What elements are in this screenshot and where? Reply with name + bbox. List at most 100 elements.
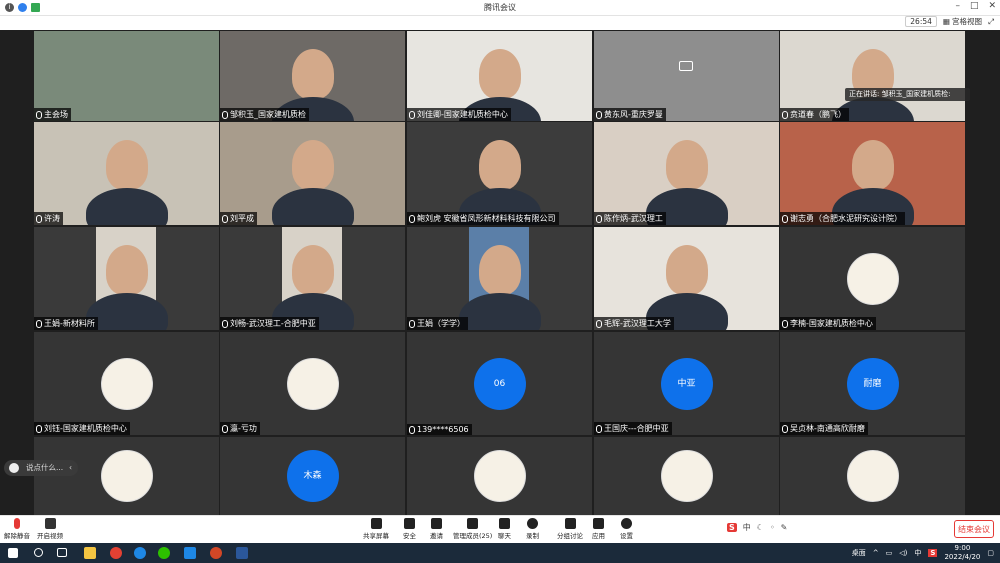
participant-face: [666, 245, 708, 295]
participant-tile[interactable]: 黄东风-重庆罗曼: [594, 31, 779, 121]
file-explorer-icon[interactable]: [84, 547, 96, 559]
participant-name: 瀛-亏功: [220, 422, 260, 435]
windows-start-icon[interactable]: [8, 548, 18, 558]
mic-icon: [222, 319, 228, 328]
participant-tile[interactable]: 瀛-亏功: [220, 332, 405, 435]
participant-tile[interactable]: 陈作炳-武汉理工: [594, 122, 779, 225]
tencent-meeting-icon[interactable]: [184, 547, 196, 559]
participant-tile[interactable]: [407, 437, 592, 515]
view-switch-button[interactable]: ▦ 宫格视图: [943, 16, 982, 27]
participant-tile[interactable]: 王娟（学学）: [407, 227, 592, 330]
participant-face: [106, 140, 148, 190]
participant-tile[interactable]: 中亚王国庆---合肥中亚: [594, 332, 779, 435]
volume-icon[interactable]: ◁): [899, 549, 907, 557]
chat-button[interactable]: 聊天: [498, 518, 511, 540]
participant-tile[interactable]: 邹积玉_国家建机质检: [220, 31, 405, 121]
chevron-left-icon[interactable]: ‹: [69, 460, 72, 476]
mic-icon: [596, 214, 602, 223]
participant-name-text: 王娟（学学）: [417, 319, 465, 328]
participant-face: [292, 140, 334, 190]
meeting-header: 26:54 ▦ 宫格视图 ⤢: [0, 16, 1000, 30]
window-controls: – □ ✕: [955, 1, 996, 11]
close-icon[interactable]: ✕: [988, 1, 996, 11]
system-tray: 桌面 ^ ▭ ◁) 中 S 9:00 2022/4/20 ▢: [852, 544, 994, 562]
participant-tile[interactable]: 主会场: [34, 31, 219, 121]
task-view-icon[interactable]: [57, 548, 67, 557]
participant-name-text: 王国庆---合肥中亚: [604, 424, 669, 433]
participant-tile[interactable]: 贲道春（鹏飞）: [780, 31, 965, 121]
participant-tile[interactable]: 毛辉-武汉理工大学: [594, 227, 779, 330]
invite-button[interactable]: 邀请: [430, 518, 443, 540]
chat-input[interactable]: 说点什么... ‹: [4, 460, 78, 476]
participant-tile[interactable]: 刘钰-国家建机质检中心: [34, 332, 219, 435]
clock[interactable]: 9:00 2022/4/20: [944, 544, 980, 562]
apps-button[interactable]: 应用: [592, 518, 605, 540]
ime-lang: 中: [742, 523, 751, 532]
participant-face: [666, 140, 708, 190]
network-icon[interactable]: ▭: [886, 549, 893, 557]
search-icon[interactable]: [34, 548, 43, 557]
sogou-tray-icon[interactable]: S: [928, 549, 938, 557]
participant-tile[interactable]: 刘平成: [220, 122, 405, 225]
record-button[interactable]: 录制: [526, 518, 539, 540]
participant-name: 王娟-新材料所: [34, 317, 98, 330]
edge-icon[interactable]: [134, 547, 146, 559]
end-meeting-button[interactable]: 结束会议: [954, 520, 994, 538]
participant-name-text: 贲道春（鹏飞）: [790, 110, 846, 119]
powerpoint-icon[interactable]: [210, 547, 222, 559]
taskbar-ime[interactable]: 中: [914, 548, 921, 558]
participant-face: [479, 49, 521, 99]
mic-icon: [596, 319, 602, 328]
participant-tile[interactable]: 刘佳卿-国家建机质检中心: [407, 31, 592, 121]
mic-icon: [36, 214, 42, 223]
avatar: [846, 450, 899, 502]
avatar: 中亚: [660, 357, 713, 410]
unmute-button[interactable]: 解除静音: [4, 518, 30, 540]
fullscreen-icon[interactable]: ⤢: [988, 17, 994, 27]
participant-name: 黄东风-重庆罗曼: [594, 108, 666, 121]
mic-icon: [36, 424, 42, 433]
sogou-logo: S: [727, 523, 737, 532]
minimize-icon[interactable]: –: [955, 1, 960, 11]
members-button[interactable]: 管理成员(25): [453, 518, 492, 540]
sogou-ime-bar[interactable]: S 中 ☾ ◦ ✎: [727, 522, 787, 533]
breakout-button[interactable]: 分组讨论: [557, 518, 583, 540]
participant-tile[interactable]: [34, 437, 219, 515]
participant-tile[interactable]: 木森: [220, 437, 405, 515]
chevron-up-icon[interactable]: ^: [873, 549, 879, 557]
mic-icon: [222, 424, 228, 433]
participant-tile[interactable]: [780, 437, 965, 515]
participant-name: 刘佳卿-国家建机质检中心: [407, 108, 511, 121]
participant-tile[interactable]: 耐磨 吴贞林-南通高欣耐磨: [780, 332, 965, 435]
avatar: 06: [473, 357, 526, 410]
notification-icon[interactable]: ▢: [987, 549, 994, 557]
participant-tile[interactable]: 王娟-新材料所: [34, 227, 219, 330]
participant-face: [292, 245, 334, 295]
participant-name-text: 刘佳卿-国家建机质检中心: [417, 110, 508, 119]
chrome-icon[interactable]: [110, 547, 122, 559]
participant-tile[interactable]: 06 139****6506: [407, 332, 592, 435]
security-button[interactable]: 安全: [403, 518, 416, 540]
share-screen-button[interactable]: 共享屏幕: [363, 518, 389, 540]
participant-tile[interactable]: 刘畅-武汉理工-合肥中亚: [220, 227, 405, 330]
participant-tile[interactable]: 李楠-国家建机质检中心: [780, 227, 965, 330]
participant-tile[interactable]: 鲍刘虎 安徽省凤形新材料科技有限公司: [407, 122, 592, 225]
participant-tile[interactable]: 许涛: [34, 122, 219, 225]
mic-icon: [222, 110, 228, 119]
participant-name: 贲道春（鹏飞）: [780, 108, 849, 121]
start-video-button[interactable]: 开启视频: [37, 518, 63, 540]
chat-avatar-icon: [9, 463, 19, 473]
participant-name-text: 刘平成: [230, 214, 254, 223]
members-icon: [467, 518, 479, 529]
settings-button[interactable]: 设置: [620, 518, 633, 540]
chat-placeholder: 说点什么...: [26, 463, 64, 472]
wechat-icon[interactable]: [158, 547, 170, 559]
avatar: [846, 252, 899, 305]
participant-name-text: 陈作炳-武汉理工: [604, 214, 663, 223]
participant-tile[interactable]: 谢志勇（合肥水泥研究设计院）: [780, 122, 965, 225]
participant-tile[interactable]: [594, 437, 779, 515]
word-icon[interactable]: [236, 547, 248, 559]
maximize-icon[interactable]: □: [970, 1, 979, 11]
desktop-label[interactable]: 桌面: [852, 548, 866, 558]
clock-time: 9:00: [954, 544, 971, 552]
